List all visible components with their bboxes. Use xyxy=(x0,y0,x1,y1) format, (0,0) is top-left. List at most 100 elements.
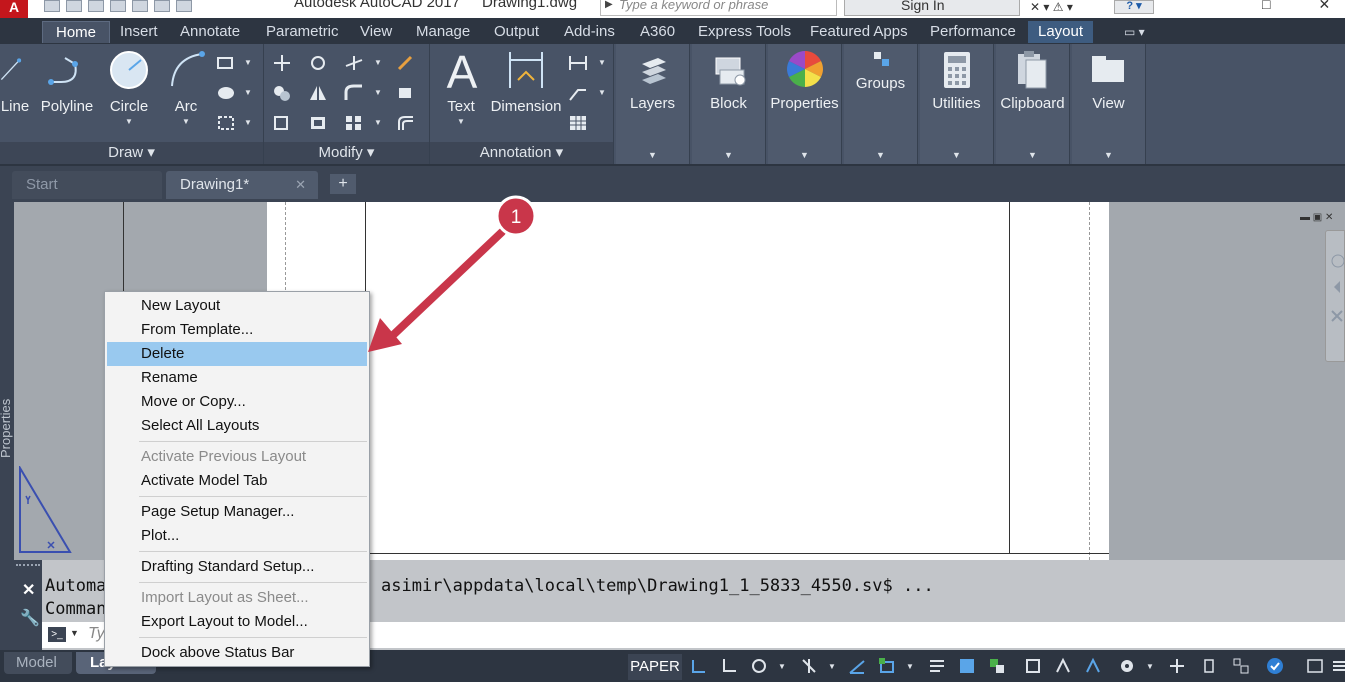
rectangle-dropdown-icon[interactable]: ▼ xyxy=(244,58,252,67)
model-tab[interactable]: Model xyxy=(4,652,72,674)
tab-output[interactable]: Output xyxy=(494,21,539,43)
layers-dropdown-icon[interactable]: ▼ xyxy=(616,150,689,160)
redo-icon[interactable] xyxy=(176,0,192,12)
utilities-panel-button[interactable]: Utilities ▼ xyxy=(920,44,994,164)
trim-icon[interactable] xyxy=(344,54,364,72)
tab-layout[interactable]: Layout xyxy=(1028,21,1094,43)
grip-icon[interactable] xyxy=(16,564,40,570)
3d-osnap-icon[interactable] xyxy=(1024,657,1042,675)
layers-panel-button[interactable]: Layers ▼ xyxy=(616,44,690,164)
snap-icon[interactable] xyxy=(690,657,708,675)
properties-dropdown-icon[interactable]: ▼ xyxy=(768,150,841,160)
menu-item-activate-model-tab[interactable]: Activate Model Tab xyxy=(105,469,369,493)
menu-item-select-all-layouts[interactable]: Select All Layouts xyxy=(105,414,369,438)
tab-insert[interactable]: Insert xyxy=(120,21,158,43)
tab-a360[interactable]: A360 xyxy=(640,21,675,43)
block-dropdown-icon[interactable]: ▼ xyxy=(692,150,765,160)
ribbon-minimize-icon[interactable]: ▭ ▾ xyxy=(1124,21,1145,43)
menu-item-from-template[interactable]: From Template... xyxy=(105,318,369,342)
properties-palette-strip[interactable]: Properties xyxy=(0,202,14,560)
tab-annotate[interactable]: Annotate xyxy=(180,21,240,43)
annotation-visibility-icon[interactable] xyxy=(878,657,896,675)
units-icon[interactable] xyxy=(1200,657,1218,675)
explode-icon[interactable] xyxy=(396,84,416,102)
new-tab-button[interactable]: + xyxy=(330,174,356,194)
clean-screen-icon[interactable] xyxy=(1306,657,1324,675)
block-panel-button[interactable]: Block ▼ xyxy=(692,44,766,164)
modify-panel-title[interactable]: Modify ▾ xyxy=(264,142,429,164)
menu-item-page-setup-manager[interactable]: Page Setup Manager... xyxy=(105,500,369,524)
command-line-handle[interactable]: ✕ 🔧 xyxy=(14,560,42,650)
menu-item-drafting-standard-setup[interactable]: Drafting Standard Setup... xyxy=(105,555,369,579)
object-snap-tracking-icon[interactable] xyxy=(800,657,818,675)
boundary-dropdown-icon[interactable]: ▼ xyxy=(244,118,252,127)
tab-parametric[interactable]: Parametric xyxy=(266,21,339,43)
array-dropdown-icon[interactable]: ▼ xyxy=(374,118,382,127)
hatch-dropdown-icon[interactable]: ▼ xyxy=(244,88,252,97)
linear-dimension-icon[interactable] xyxy=(568,54,588,72)
transparency-icon[interactable] xyxy=(958,657,976,675)
lineweight-icon[interactable] xyxy=(928,657,946,675)
polar-dropdown-icon[interactable]: ▼ xyxy=(778,662,786,671)
tab-home[interactable]: Home xyxy=(42,21,111,43)
draw-panel-title[interactable]: Draw ▾ xyxy=(0,142,263,164)
workspace-dropdown-icon[interactable]: ▼ xyxy=(1146,662,1154,671)
undo-icon[interactable] xyxy=(154,0,170,12)
annotation-dropdown-icon[interactable]: ▼ xyxy=(906,662,914,671)
autocad-logo-icon[interactable]: A xyxy=(0,0,28,18)
plot-icon[interactable] xyxy=(132,0,148,12)
mirror-icon[interactable] xyxy=(308,84,328,102)
groups-panel-button[interactable]: Groups ▼ xyxy=(844,44,918,164)
hatch-icon[interactable] xyxy=(216,84,236,102)
properties-panel-button[interactable]: Properties ▼ xyxy=(768,44,842,164)
wrench-icon[interactable]: 🔧 xyxy=(20,608,40,628)
rotate-icon[interactable] xyxy=(308,54,328,72)
leader-icon[interactable] xyxy=(568,84,588,102)
close-tab-icon[interactable]: ✕ xyxy=(295,171,306,199)
sign-in-button[interactable]: Sign In xyxy=(844,0,1020,16)
linear-dropdown-icon[interactable]: ▼ xyxy=(598,58,606,67)
tab-add-ins[interactable]: Add-ins xyxy=(564,21,615,43)
window-controls[interactable]: □✕ xyxy=(1262,0,1345,13)
utilities-dropdown-icon[interactable]: ▼ xyxy=(920,150,993,160)
layout-paper[interactable] xyxy=(267,202,1109,560)
erase-icon[interactable] xyxy=(396,54,416,72)
search-expand-icon[interactable]: ▶ xyxy=(605,0,613,10)
menu-item-dock-above-status-bar[interactable]: Dock above Status Bar xyxy=(105,641,369,665)
leader-dropdown-icon[interactable]: ▼ xyxy=(598,88,606,97)
auto-scale-icon[interactable] xyxy=(1084,657,1102,675)
exchange-apps-icon[interactable]: ✕ ▾ ⚠ ▾ xyxy=(1030,0,1073,14)
tab-view[interactable]: View xyxy=(360,21,392,43)
menu-item-export-layout-to-model[interactable]: Export Layout to Model... xyxy=(105,610,369,634)
search-input[interactable]: ▶ Type a keyword or phrase xyxy=(600,0,837,16)
stretch-icon[interactable] xyxy=(272,114,292,132)
line-button[interactable]: Line xyxy=(0,48,30,115)
isolate-objects-icon[interactable] xyxy=(1266,657,1284,675)
drawing-tab[interactable]: Drawing1* ✕ xyxy=(166,171,318,199)
customization-icon[interactable] xyxy=(1330,657,1345,675)
circle-button[interactable]: Circle ▼ xyxy=(106,48,152,126)
save-as-icon[interactable] xyxy=(110,0,126,12)
scale-icon[interactable] xyxy=(308,114,328,132)
copy-icon[interactable] xyxy=(272,84,292,102)
table-icon[interactable] xyxy=(568,114,588,132)
annotation-scale-icon[interactable] xyxy=(1054,657,1072,675)
text-dropdown-icon[interactable]: ▼ xyxy=(440,117,482,126)
tab-manage[interactable]: Manage xyxy=(416,21,470,43)
ortho-icon[interactable] xyxy=(720,657,738,675)
save-icon[interactable] xyxy=(88,0,104,12)
new-file-icon[interactable] xyxy=(44,0,60,12)
clipboard-dropdown-icon[interactable]: ▼ xyxy=(996,150,1069,160)
help-icon[interactable]: ? ▾ xyxy=(1114,0,1154,14)
arc-button[interactable]: Arc ▼ xyxy=(166,48,206,126)
start-tab[interactable]: Start xyxy=(12,171,162,199)
rectangle-icon[interactable] xyxy=(216,54,236,72)
view-dropdown-icon[interactable]: ▼ xyxy=(1072,150,1145,160)
menu-item-rename[interactable]: Rename xyxy=(105,366,369,390)
arc-dropdown-icon[interactable]: ▼ xyxy=(166,117,206,126)
menu-item-plot[interactable]: Plot... xyxy=(105,524,369,548)
trim-dropdown-icon[interactable]: ▼ xyxy=(374,58,382,67)
fillet-icon[interactable] xyxy=(344,84,364,102)
menu-item-move-or-copy[interactable]: Move or Copy... xyxy=(105,390,369,414)
clipboard-panel-button[interactable]: Clipboard ▼ xyxy=(996,44,1070,164)
